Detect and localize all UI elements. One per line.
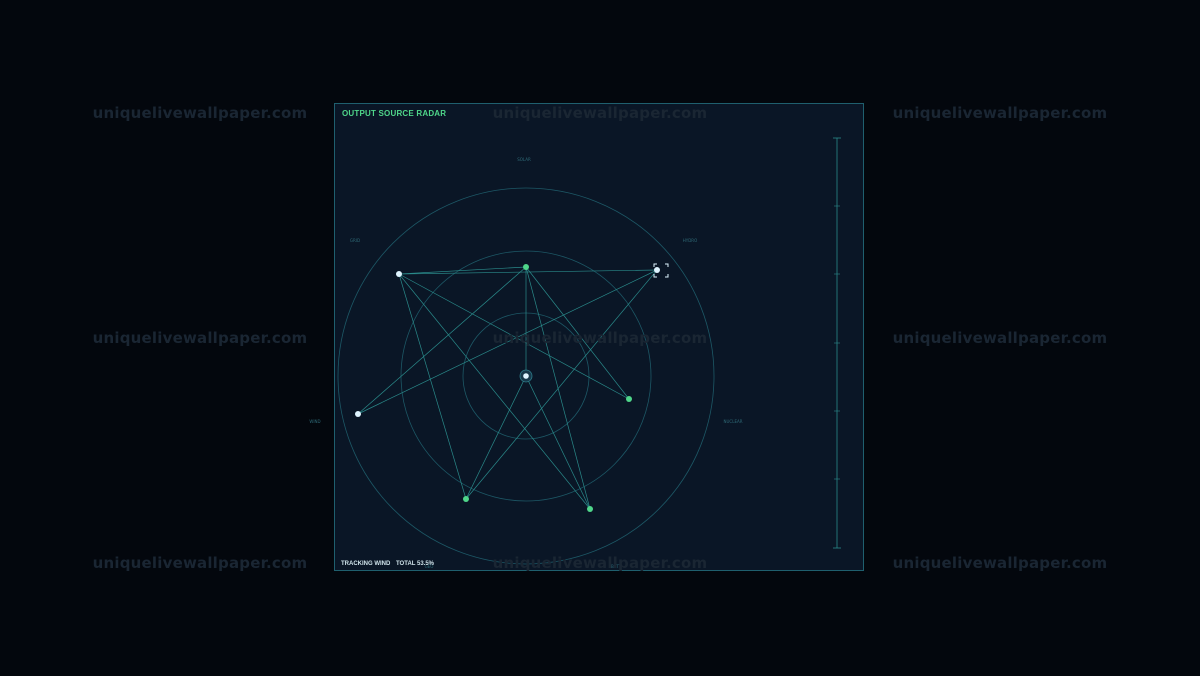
- node-wind[interactable]: [355, 411, 361, 417]
- bracket-corner: [653, 263, 657, 267]
- status-bar: TRACKING WIND TOTAL 53.5%: [341, 561, 438, 567]
- node-geo[interactable]: [463, 496, 469, 502]
- node-nuclear[interactable]: [626, 396, 632, 402]
- node-batt[interactable]: [587, 506, 593, 512]
- link-line: [357, 266, 527, 415]
- axis-label-top-right: HYDRO: [683, 238, 697, 243]
- link-line: [398, 273, 467, 500]
- axis-label-top: SOLAR: [517, 157, 531, 162]
- axis-label-left: WIND: [309, 419, 320, 424]
- panel-title: OUTPUT SOURCE RADAR: [342, 109, 447, 118]
- radar-chart: SOLAR GRID HYDRO WIND NUCLEAR GEO BATT: [309, 137, 841, 569]
- center-node-icon[interactable]: [523, 373, 529, 379]
- axis-label-right: NUCLEAR: [724, 419, 743, 424]
- bracket-corner: [665, 274, 669, 278]
- link-line: [398, 273, 591, 510]
- bracket-corner: [665, 263, 669, 267]
- axis-label-bottom-right: BATT: [611, 564, 622, 569]
- bracket-corner: [653, 274, 657, 278]
- status-total: TOTAL 53.5%: [396, 561, 435, 567]
- radar-nodes: [355, 264, 660, 512]
- link-line: [525, 266, 591, 510]
- app-stage: OUTPUT SOURCE RADAR SOLAR GRID HYDRO WIN…: [0, 0, 1200, 676]
- axis-label-top-left: GRID: [350, 238, 360, 243]
- node-hydro[interactable]: [654, 267, 660, 273]
- status-mode: TRACKING WIND: [341, 561, 391, 567]
- link-line: [465, 269, 658, 500]
- link-line: [357, 269, 658, 415]
- node-grid[interactable]: [396, 271, 402, 277]
- radar-links: [357, 266, 658, 510]
- link-line: [398, 273, 630, 400]
- vertical-scale: [833, 137, 841, 549]
- node-solar[interactable]: [523, 264, 529, 270]
